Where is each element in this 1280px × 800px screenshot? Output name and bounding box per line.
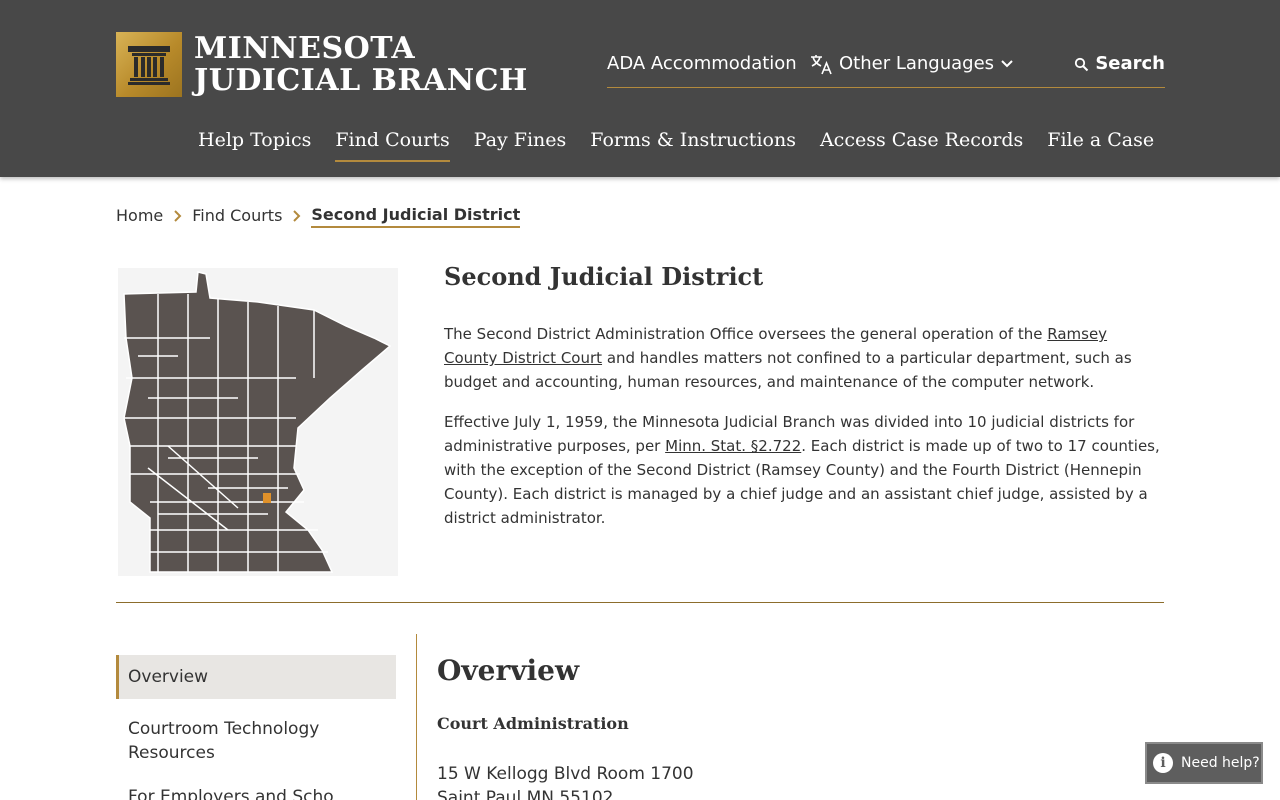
intro-paragraph: The Second District Administration Offic… [444,322,1164,394]
ramsey-county-highlight [263,493,271,503]
page-title: Second Judicial District [444,262,764,291]
logo-line-1: MINNESOTA [194,30,416,66]
section-title: Overview [437,654,580,687]
breadcrumb-current: Second Judicial District [311,204,521,228]
nav-file-a-case[interactable]: File a Case [1047,126,1154,154]
statute-link[interactable]: Minn. Stat. §2.722 [665,437,801,455]
utility-bar: ADA Accommodation Other Languages Search [607,50,1165,88]
nav-find-courts[interactable]: Find Courts [335,126,451,162]
nav-pay-fines[interactable]: Pay Fines [474,126,567,154]
address-line-1: 15 W Kellogg Blvd Room 1700 [437,764,694,784]
ada-accommodation-link[interactable]: ADA Accommodation [607,52,797,76]
section-divider [116,602,1164,603]
search-button[interactable]: Search [1074,52,1165,76]
minnesota-district-map [118,268,398,576]
history-paragraph: Effective July 1, 1959, the Minnesota Ju… [444,410,1164,530]
chevron-right-icon [292,209,301,223]
logo-wordmark: MINNESOTA JUDICIAL BRANCH [194,30,528,98]
main-nav: Help Topics Find Courts Pay Fines Forms … [198,126,1178,162]
side-nav-courtroom-technology[interactable]: Courtroom Technology Resources [116,707,396,775]
search-icon [1075,57,1089,71]
side-nav-employers-partial[interactable]: For Employers and Scho [116,775,396,800]
info-icon: i [1153,753,1173,773]
section-subtitle: Court Administration [437,714,629,733]
search-label: Search [1095,53,1165,74]
address-line-2: Saint Paul MN 55102 [437,788,614,800]
other-languages-label: Other Languages [839,53,995,74]
translate-icon [811,55,832,75]
nav-help-topics[interactable]: Help Topics [198,126,311,154]
pillar-logo-icon [116,32,182,97]
intro-text-a: The Second District Administration Offic… [444,325,1048,343]
nav-access-case-records[interactable]: Access Case Records [820,126,1023,154]
breadcrumb: Home Find Courts Second Judicial Distric… [116,204,521,228]
side-nav-overview[interactable]: Overview [116,655,396,699]
side-nav: Overview Courtroom Technology Resources … [116,655,396,800]
site-logo[interactable]: MINNESOTA JUDICIAL BRANCH [116,32,528,97]
breadcrumb-home[interactable]: Home [116,204,163,228]
chevron-right-icon [173,209,182,223]
need-help-label: Need help? [1181,755,1260,771]
chevron-down-icon [1001,60,1013,68]
site-header: MINNESOTA JUDICIAL BRANCH ADA Accommodat… [0,0,1280,177]
nav-forms-instructions[interactable]: Forms & Instructions [590,126,796,154]
court-address: 15 W Kellogg Blvd Room 1700 Saint Paul M… [437,762,694,800]
logo-line-2: JUDICIAL BRANCH [194,62,528,98]
sidebar-divider [416,634,417,800]
breadcrumb-find-courts[interactable]: Find Courts [192,204,282,228]
need-help-button[interactable]: i Need help? [1145,742,1263,784]
other-languages-dropdown[interactable]: Other Languages [809,52,1020,76]
